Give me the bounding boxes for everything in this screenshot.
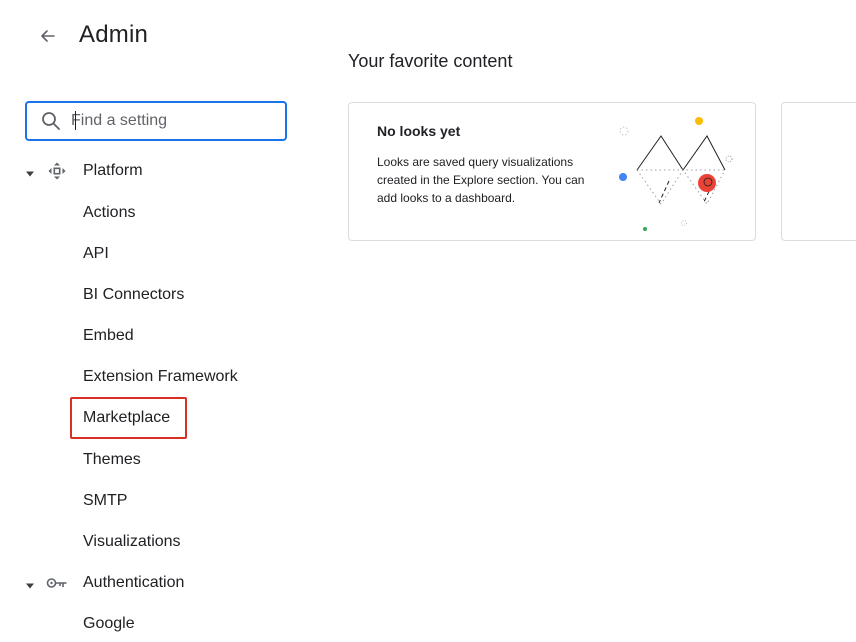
- platform-icon: [46, 161, 68, 181]
- nav-item-extension-framework[interactable]: Extension Framework: [83, 367, 238, 387]
- next-card-partial: [781, 102, 856, 241]
- search-input[interactable]: [71, 112, 271, 130]
- section-label-platform: Platform: [83, 162, 143, 179]
- empty-looks-illustration: [611, 109, 743, 237]
- section-authentication[interactable]: Authentication: [0, 568, 300, 598]
- search-icon: [40, 110, 62, 132]
- favorite-content-heading: Your favorite content: [348, 51, 513, 71]
- search-field[interactable]: [25, 101, 287, 141]
- nav-item-actions[interactable]: Actions: [83, 203, 135, 223]
- nav-item-visualizations[interactable]: Visualizations: [83, 532, 181, 552]
- card-title: No looks yet: [377, 123, 461, 139]
- key-icon: [46, 573, 68, 593]
- text-cursor: [75, 111, 76, 130]
- admin-page: Admin Find a setting Platform Actions AP…: [0, 0, 856, 642]
- section-label-authentication: Authentication: [83, 574, 185, 591]
- no-looks-card: No looks yet Looks are saved query visua…: [348, 102, 756, 241]
- nav-item-bi-connectors[interactable]: BI Connectors: [83, 285, 184, 305]
- card-description: Looks are saved query visualizations cre…: [377, 155, 585, 205]
- nav-item-marketplace[interactable]: Marketplace: [83, 408, 170, 428]
- nav-item-embed[interactable]: Embed: [83, 326, 134, 346]
- nav-item-api[interactable]: API: [83, 244, 109, 264]
- caret-down-icon[interactable]: [25, 166, 35, 184]
- nav-item-themes[interactable]: Themes: [83, 450, 141, 470]
- nav-item-smtp[interactable]: SMTP: [83, 491, 127, 511]
- caret-down-icon[interactable]: [25, 578, 35, 596]
- sidebar: Platform Actions API BI Connectors Embed…: [0, 0, 320, 642]
- nav-item-google[interactable]: Google: [83, 614, 135, 634]
- section-platform[interactable]: Platform: [0, 156, 300, 186]
